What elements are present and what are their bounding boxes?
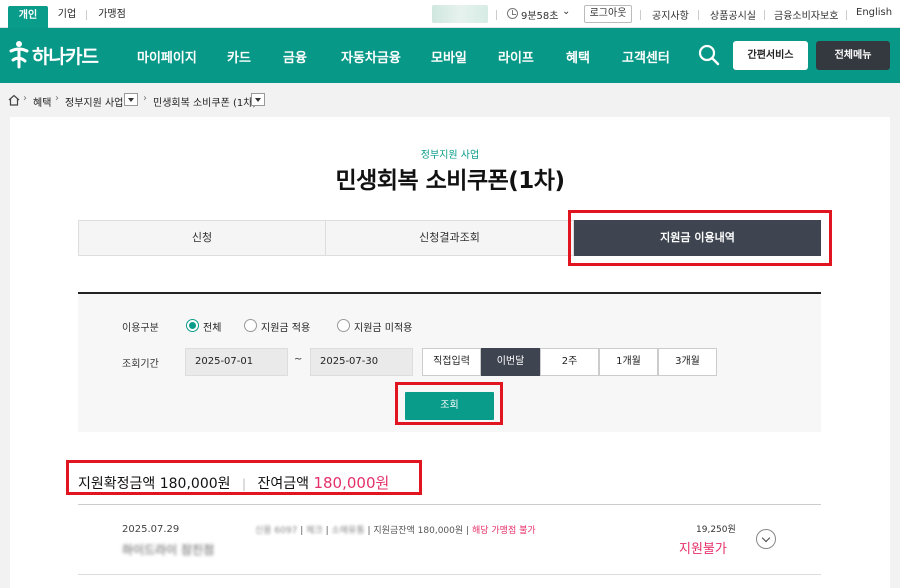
support-balance: 지원금잔액 180,000원 bbox=[373, 526, 464, 536]
period-3months-button[interactable]: 3개월 bbox=[658, 348, 717, 376]
logout-button[interactable]: 로그아웃 bbox=[584, 5, 632, 23]
nav-auto-finance[interactable]: 자동차금융 bbox=[341, 47, 401, 66]
divider bbox=[698, 10, 699, 20]
nav-benefits[interactable]: 혜택 bbox=[566, 47, 590, 66]
divider bbox=[764, 10, 765, 20]
content-card: 정부지원 사업 민생회복 소비쿠폰(1차) 신청 신청결과조회 지원금 이용내역… bbox=[10, 117, 890, 588]
logo-text[interactable]: 하나카드 bbox=[32, 42, 99, 69]
clock-icon bbox=[507, 8, 518, 19]
user-name-blurred bbox=[432, 5, 488, 23]
divider bbox=[86, 10, 87, 20]
divider bbox=[640, 10, 641, 20]
chevron-down-icon[interactable]: ⌄ bbox=[562, 6, 570, 17]
segment-merchant[interactable]: 가맹점 bbox=[90, 6, 134, 28]
period-direct-button[interactable]: 직접입력 bbox=[422, 348, 481, 376]
main-nav: 하나카드 마이페이지 카드 금융 자동차금융 모바일 라이프 혜택 고객센터 간… bbox=[0, 28, 900, 83]
link-notice[interactable]: 공지사항 bbox=[652, 7, 689, 22]
meta-separator: | bbox=[300, 526, 304, 536]
card-type: 체크 bbox=[306, 526, 323, 536]
link-product-disclosure[interactable]: 상품공시실 bbox=[710, 7, 756, 22]
breadcrumb-separator: › bbox=[55, 93, 59, 104]
list-divider bbox=[78, 574, 821, 575]
link-english[interactable]: English bbox=[856, 7, 892, 18]
radio-not-applied-label[interactable]: 지원금 미적용 bbox=[354, 319, 412, 334]
breadcrumb-gov-support[interactable]: 정부지원 사업 bbox=[65, 94, 123, 109]
transaction-meta: 신용 6097 | 체크 | 소매유통 | 지원금잔액 180,000원 | 해… bbox=[255, 523, 536, 536]
all-menu-button[interactable]: 전체메뉴 bbox=[816, 41, 890, 70]
breadcrumb-benefits[interactable]: 혜택 bbox=[33, 94, 51, 109]
nav-card[interactable]: 카드 bbox=[227, 47, 251, 66]
period-1month-button[interactable]: 1개월 bbox=[599, 348, 658, 376]
chevron-down-icon[interactable] bbox=[756, 529, 776, 549]
transaction-merchant: 하이드라이 잠진점 bbox=[122, 543, 215, 557]
meta-separator: | bbox=[367, 526, 371, 536]
radio-not-applied[interactable] bbox=[337, 319, 350, 332]
nav-customer-center[interactable]: 고객센터 bbox=[622, 47, 670, 66]
home-icon[interactable] bbox=[8, 94, 20, 106]
nav-mypage[interactable]: 마이페이지 bbox=[137, 47, 197, 66]
transaction-amount: 19,250원 bbox=[696, 525, 736, 535]
merchant-category: 소매유통 bbox=[331, 526, 365, 536]
transaction-date: 2025.07.29 bbox=[122, 524, 180, 535]
meta-separator: | bbox=[466, 526, 470, 536]
radio-all-label[interactable]: 전체 bbox=[203, 319, 221, 334]
search-icon[interactable] bbox=[698, 44, 720, 66]
nav-finance[interactable]: 금융 bbox=[283, 47, 307, 66]
session-timer: 9분58초 bbox=[521, 11, 559, 22]
hana-logo-icon[interactable] bbox=[8, 40, 30, 70]
date-to-input[interactable]: 2025-07-30 bbox=[310, 348, 413, 376]
highlight-box bbox=[395, 382, 503, 425]
radio-applied-label[interactable]: 지원금 적용 bbox=[261, 319, 310, 334]
link-consumer-protection[interactable]: 금융소비자보호 bbox=[774, 7, 838, 22]
divider bbox=[846, 10, 847, 20]
nav-life[interactable]: 라이프 bbox=[498, 47, 534, 66]
tab-apply-result[interactable]: 신청결과조회 bbox=[325, 221, 573, 255]
breadcrumb-separator: › bbox=[23, 93, 27, 104]
breadcrumb-dropdown[interactable] bbox=[124, 93, 138, 106]
segment-business[interactable]: 기업 bbox=[50, 6, 84, 28]
list-top-border bbox=[78, 504, 821, 505]
breadcrumb-separator: › bbox=[143, 93, 147, 104]
highlight-box bbox=[66, 460, 422, 495]
page-subtitle: 정부지원 사업 bbox=[420, 150, 480, 161]
period-2weeks-button[interactable]: 2주 bbox=[540, 348, 599, 376]
segment-personal[interactable]: 개인 bbox=[8, 6, 48, 28]
date-range-tilde: ~ bbox=[294, 354, 303, 365]
period-label: 조회기간 bbox=[122, 359, 159, 370]
divider bbox=[496, 10, 497, 20]
breadcrumb-dropdown[interactable] bbox=[251, 93, 265, 106]
simple-service-button[interactable]: 간편서비스 bbox=[733, 41, 808, 70]
radio-applied[interactable] bbox=[244, 319, 257, 332]
meta-separator: | bbox=[325, 526, 329, 536]
highlight-box bbox=[568, 210, 832, 266]
utility-bar: 개인 기업 가맹점 9분58초 ⌄ 로그아웃 공지사항 상품공시실 금융소비자보… bbox=[0, 0, 900, 28]
nav-mobile[interactable]: 모바일 bbox=[431, 47, 467, 66]
merchant-note: 해당 가맹점 불가 bbox=[471, 526, 536, 536]
breadcrumb-current: 민생회복 소비쿠폰 (1차) bbox=[153, 98, 257, 109]
transaction-status: 지원불가 bbox=[679, 542, 727, 557]
tab-apply[interactable]: 신청 bbox=[79, 221, 325, 255]
page-title: 민생회복 소비쿠폰(1차) bbox=[335, 168, 565, 194]
breadcrumb: › 혜택 › 정부지원 사업 › 민생회복 소비쿠폰 (1차) bbox=[0, 83, 900, 117]
radio-all[interactable] bbox=[186, 319, 199, 332]
date-from-input[interactable]: 2025-07-01 bbox=[185, 348, 288, 376]
usage-type-label: 이용구분 bbox=[122, 323, 159, 334]
period-this-month-button[interactable]: 이번달 bbox=[481, 348, 540, 376]
card-number: 신용 6097 bbox=[255, 526, 298, 536]
